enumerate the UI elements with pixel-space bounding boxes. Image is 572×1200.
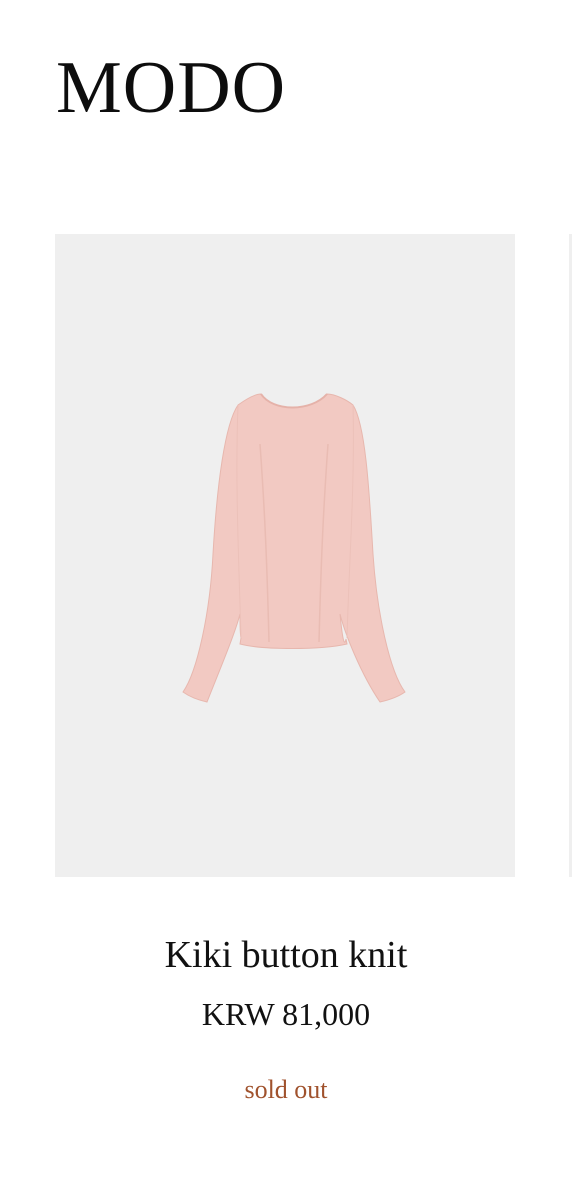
sold-out-status: sold out <box>244 1075 328 1104</box>
brand-logo[interactable]: MODO <box>56 48 286 128</box>
product-image-slide[interactable] <box>55 234 515 877</box>
knit-top-garment-icon <box>182 393 406 703</box>
product-price: KRW 81,000 <box>201 996 371 1032</box>
product-image-carousel[interactable] <box>0 234 572 877</box>
product-image <box>182 393 406 703</box>
product-name[interactable]: Kiki button knit <box>0 932 572 978</box>
